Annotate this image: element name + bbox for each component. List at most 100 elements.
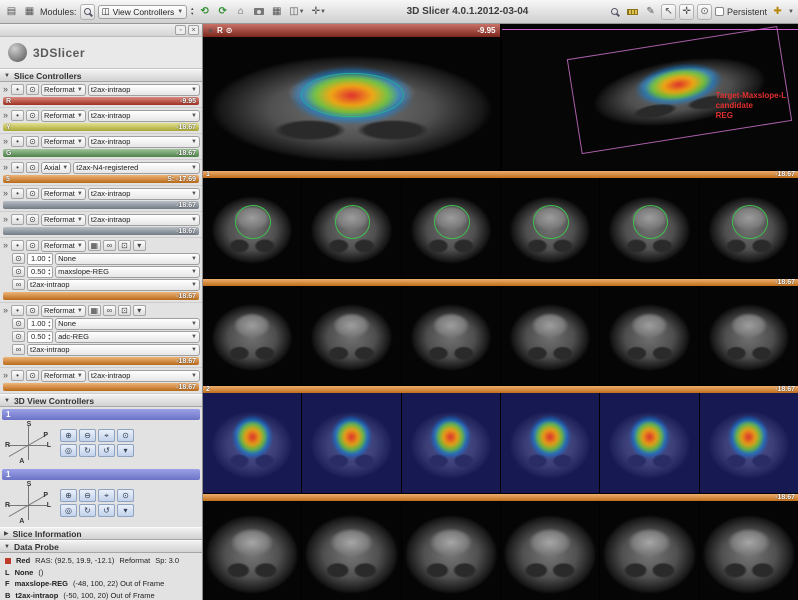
pin-icon[interactable]: •	[11, 370, 24, 381]
background-volume-select[interactable]: t2ax-intraop▼	[27, 279, 200, 291]
slice-offset-slider[interactable]: 5 S: -17.69	[3, 175, 199, 183]
persistent-checkbox[interactable]	[715, 7, 724, 16]
slice-thumbnail[interactable]	[302, 393, 400, 493]
label-opacity-spinbox[interactable]: 1.00▲▼	[27, 253, 53, 265]
red-slice-image[interactable]	[203, 37, 500, 170]
transform-mode-button[interactable]: ⊙	[697, 4, 712, 20]
foreground-visibility-eye-icon[interactable]: ⊙	[12, 331, 25, 342]
zoom-out-button[interactable]: ⊖	[79, 429, 96, 442]
panel-pin-icon[interactable]: ◦	[175, 25, 186, 35]
orientation-select[interactable]: Reformat▼	[41, 370, 86, 382]
pin-icon[interactable]: •	[11, 214, 24, 225]
label-visibility-eye-icon[interactable]: ⊙	[12, 253, 25, 264]
add-fiducial-icon[interactable]: ✚	[770, 4, 785, 20]
volume-select[interactable]: t2ax-intraop▼	[88, 136, 200, 148]
place-fiducial-mode-button[interactable]: ✛	[679, 4, 694, 20]
eye-icon[interactable]: ⊙	[26, 188, 39, 199]
orientation-select[interactable]: Axial▼	[41, 162, 71, 174]
slice-thumbnail[interactable]	[501, 393, 599, 493]
expand-chevrons-icon[interactable]: »	[2, 306, 9, 315]
slice-thumbnail[interactable]	[302, 501, 400, 600]
orientation-select[interactable]: Reformat▼	[41, 240, 86, 252]
volume-select[interactable]: t2ax-intraop▼	[88, 370, 200, 382]
screenshot-camera-icon[interactable]	[251, 4, 266, 20]
background-link-icon[interactable]: ∞	[12, 344, 25, 355]
expand-chevrons-icon[interactable]: »	[2, 241, 9, 250]
axis-orientation-widget[interactable]: S R L A P	[6, 483, 50, 523]
slice-thumbnail[interactable]	[203, 286, 301, 386]
link-views-icon[interactable]: ∞	[103, 305, 116, 316]
zoom-in-button[interactable]: ⊕	[60, 429, 77, 442]
slice-thumbnail[interactable]	[402, 286, 500, 386]
screenshot-button[interactable]: ◎	[60, 444, 77, 457]
orientation-select[interactable]: Reformat▼	[41, 188, 86, 200]
slice-thumbnail[interactable]	[302, 178, 400, 278]
annotate-pencil-icon[interactable]: ✎	[643, 4, 658, 20]
magnify-icon[interactable]	[607, 4, 622, 20]
orientation-select[interactable]: Reformat▼	[41, 136, 86, 148]
slice-thumbnail[interactable]	[203, 501, 301, 600]
eye-icon[interactable]: ⊙	[26, 110, 39, 121]
module-stepper[interactable]: ▲▼	[190, 7, 194, 16]
eye-icon[interactable]: ⊙	[26, 370, 39, 381]
fit-to-window-icon[interactable]: ⊡	[118, 305, 131, 316]
volume-select[interactable]: t2ax-intraop▼	[88, 214, 200, 226]
slice-thumbnail[interactable]	[600, 286, 698, 386]
slice-thumbnail[interactable]	[501, 501, 599, 600]
chevron-down-icon[interactable]: ▼	[788, 9, 794, 15]
expand-chevrons-icon[interactable]: »	[2, 137, 9, 146]
background-volume-select[interactable]: t2ax-intraop▼	[27, 344, 200, 356]
volume-select[interactable]: t2ax-intraop▼	[88, 110, 200, 122]
crosshair-icon[interactable]: ✛▼	[310, 4, 328, 20]
label-opacity-spinbox[interactable]: 1.00▲▼	[27, 318, 53, 330]
label-visibility-eye-icon[interactable]: ⊙	[12, 318, 25, 329]
more-options-button[interactable]: ▾	[117, 504, 134, 517]
window-panel-icon[interactable]: ▤	[4, 4, 19, 20]
window-grid-icon[interactable]: ▦	[22, 4, 37, 20]
label-volume-select[interactable]: None▼	[55, 318, 200, 330]
section-slice-controllers[interactable]: ▼ Slice Controllers	[0, 69, 202, 82]
compare-row-slider[interactable]: -18.67	[203, 279, 798, 286]
compare-row-slider[interactable]: 2 -18.67	[203, 386, 798, 393]
pin-icon[interactable]: •	[11, 136, 24, 147]
zoom-in-button[interactable]: ⊕	[60, 489, 77, 502]
eye-icon[interactable]: ⊙	[26, 162, 39, 173]
more-options-icon[interactable]: ▾	[133, 240, 146, 251]
slice-offset-slider[interactable]: -18.67	[3, 357, 199, 365]
eye-icon[interactable]: ⊙	[26, 84, 39, 95]
foreground-opacity-spinbox[interactable]: 0.50▲▼	[27, 266, 53, 278]
visibility-eye-button[interactable]: ⊙	[117, 429, 134, 442]
background-link-icon[interactable]: ∞	[12, 279, 25, 290]
volume-select[interactable]: t2ax-intraop▼	[88, 84, 200, 96]
slice-thumbnail[interactable]	[203, 393, 301, 493]
center-view-button[interactable]: ⌖	[98, 429, 115, 442]
pin-icon[interactable]: •	[11, 305, 24, 316]
pin-icon[interactable]: •	[11, 84, 24, 95]
expand-chevrons-icon[interactable]: »	[2, 111, 9, 120]
eye-icon[interactable]: ⊙	[26, 240, 39, 251]
module-forward-button[interactable]: ⟳	[215, 4, 230, 20]
panel-close-icon[interactable]: ×	[188, 25, 199, 35]
spin-view-button[interactable]: ↻	[79, 504, 96, 517]
section-3d-view-controllers[interactable]: ▼ 3D View Controllers	[0, 394, 202, 407]
slice-thumbnail[interactable]	[501, 178, 599, 278]
module-search-icon[interactable]	[80, 4, 95, 20]
orientation-select[interactable]: Reformat▼	[41, 214, 86, 226]
screenshot-button[interactable]: ◎	[60, 504, 77, 517]
eye-icon[interactable]: ⊙	[26, 305, 39, 316]
viewer-header[interactable]: 1	[2, 409, 200, 420]
threed-viewport[interactable]: Target-Maxslope-L candidate REG	[502, 24, 798, 170]
foreground-volume-select[interactable]: maxslope-REG▼	[55, 266, 200, 278]
slice-thumbnail[interactable]	[402, 393, 500, 493]
slice-thumbnail[interactable]	[700, 501, 798, 600]
orientation-select[interactable]: Reformat▼	[41, 84, 86, 96]
orientation-select[interactable]: Reformat▼	[41, 305, 86, 317]
slice-thumbnail[interactable]	[402, 178, 500, 278]
module-back-button[interactable]: ⟲	[197, 4, 212, 20]
slice-offset-slider[interactable]: -18.67	[3, 201, 199, 209]
mouse-pointer-mode-button[interactable]: ↖	[661, 4, 676, 20]
module-select[interactable]: ◫ View Controllers ▼	[98, 5, 188, 19]
foreground-opacity-spinbox[interactable]: 0.50▲▼	[27, 331, 53, 343]
home-icon[interactable]: ⌂	[233, 4, 248, 20]
link-views-icon[interactable]: ∞	[103, 240, 116, 251]
